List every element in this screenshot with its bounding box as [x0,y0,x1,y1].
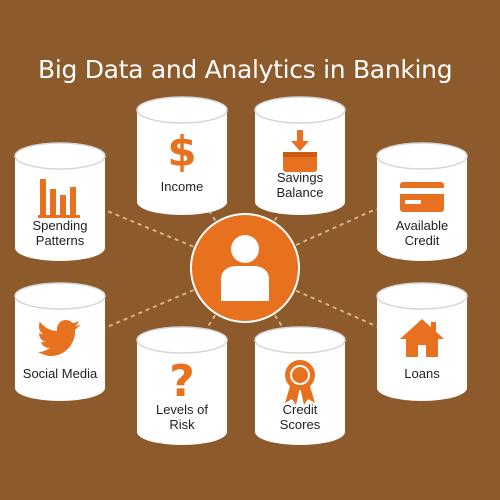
bird-icon [14,316,106,360]
label-line-1: Spending [32,218,88,233]
person-icon [221,235,269,301]
label-line-1: Available [395,218,449,233]
node-available-credit: Available Credit [376,142,468,262]
node-label: Credit Scores [256,402,344,432]
credit-card-icon [376,176,468,220]
node-label: Income [138,179,226,194]
node-levels-of-risk: ? Levels of Risk [136,326,228,446]
ribbon-badge-icon [254,360,346,405]
label-line-2: Patterns [35,233,85,248]
node-savings-balance: Savings Balance [254,96,346,216]
node-credit-scores: Credit Scores [254,326,346,446]
center-hub [190,213,300,323]
label-line-1: Levels of [155,402,209,417]
node-social-media: Social Media [14,282,106,402]
label-line-1: Social Media [22,366,98,381]
house-icon [376,316,468,360]
diagram-canvas: Big Data and Analytics in Banking Spendi… [0,0,500,500]
label-line-2: Scores [279,417,321,432]
node-label: Available Credit [378,218,466,248]
node-label: Loans [378,366,466,381]
label-line-1: Income [160,179,204,194]
question-mark-icon: ? [169,356,195,407]
label-line-2: Credit [404,233,440,248]
deposit-icon [254,130,346,174]
node-loans: Loans [376,282,468,402]
label-line-1: Savings [276,170,324,185]
label-line-1: Loans [404,366,440,381]
label-line-1: Credit [282,402,318,417]
node-label: Spending Patterns [16,218,104,248]
dollar-icon: $ [167,127,197,176]
node-income: $ Income [136,96,228,216]
node-label: Social Media [16,366,104,381]
bar-chart-icon [14,176,106,220]
node-spending-patterns: Spending Patterns [14,142,106,262]
node-label: Levels of Risk [138,402,226,432]
node-label: Savings Balance [256,170,344,200]
label-line-2: Risk [169,417,195,432]
label-line-2: Balance [276,185,324,200]
